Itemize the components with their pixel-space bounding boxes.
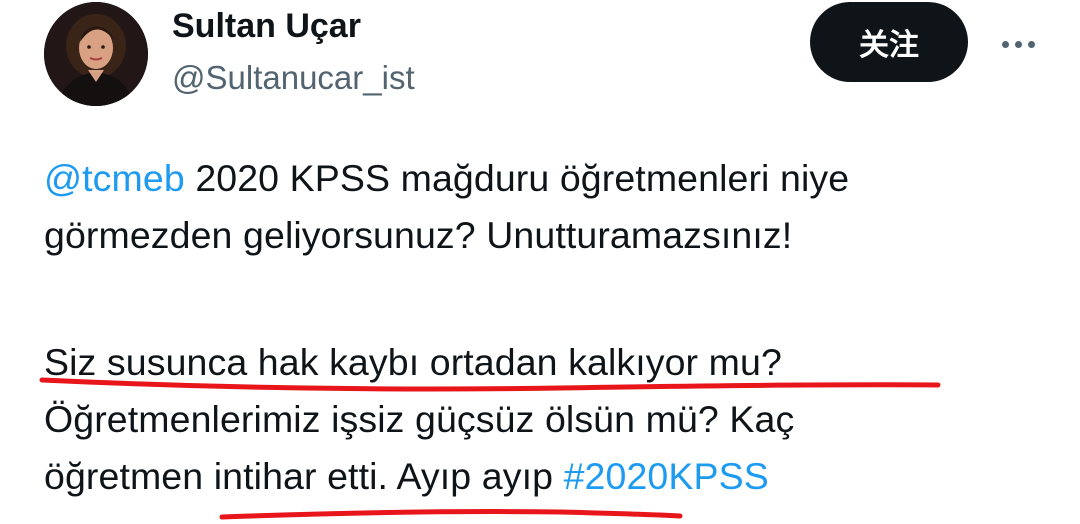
- more-horizontal-icon: [1001, 40, 1009, 48]
- red-underline-annotation: [219, 509, 683, 520]
- more-horizontal-icon: [1014, 40, 1022, 48]
- follow-button[interactable]: 关注: [810, 2, 968, 82]
- mention-link[interactable]: @tcmeb: [44, 157, 185, 199]
- user-handle[interactable]: @Sultanucar_ist: [172, 58, 415, 98]
- tweet-text-segment: öğretmen intihar etti. Ayıp ayıp: [44, 455, 564, 497]
- tweet-line-1: @tcmeb 2020 KPSS mağduru öğretmenleri ni…: [44, 150, 1054, 207]
- hashtag-link[interactable]: #2020KPSS: [564, 455, 769, 497]
- tweet-text-segment: 2020 KPSS mağduru öğretmenleri niye: [184, 157, 850, 199]
- profile-photo-icon: [44, 2, 148, 106]
- more-horizontal-icon: [1027, 40, 1035, 48]
- more-options-button[interactable]: [990, 24, 1046, 64]
- tweet-line-3: Siz susunca hak kaybı ortadan kalkıyor m…: [44, 341, 782, 383]
- tweet-line-4: Öğretmenlerimiz işsiz güçsüz ölsün mü? K…: [44, 398, 795, 440]
- display-name[interactable]: Sultan Uçar: [172, 6, 361, 46]
- tweet-text: @tcmeb 2020 KPSS mağduru öğretmenleri ni…: [44, 150, 1054, 505]
- avatar[interactable]: [44, 2, 148, 106]
- tweet-line-2: görmezden geliyorsunuz? Unutturamazsınız…: [44, 214, 793, 256]
- tweet-line-5: öğretmen intihar etti. Ayıp ayıp #2020KP…: [44, 448, 1054, 505]
